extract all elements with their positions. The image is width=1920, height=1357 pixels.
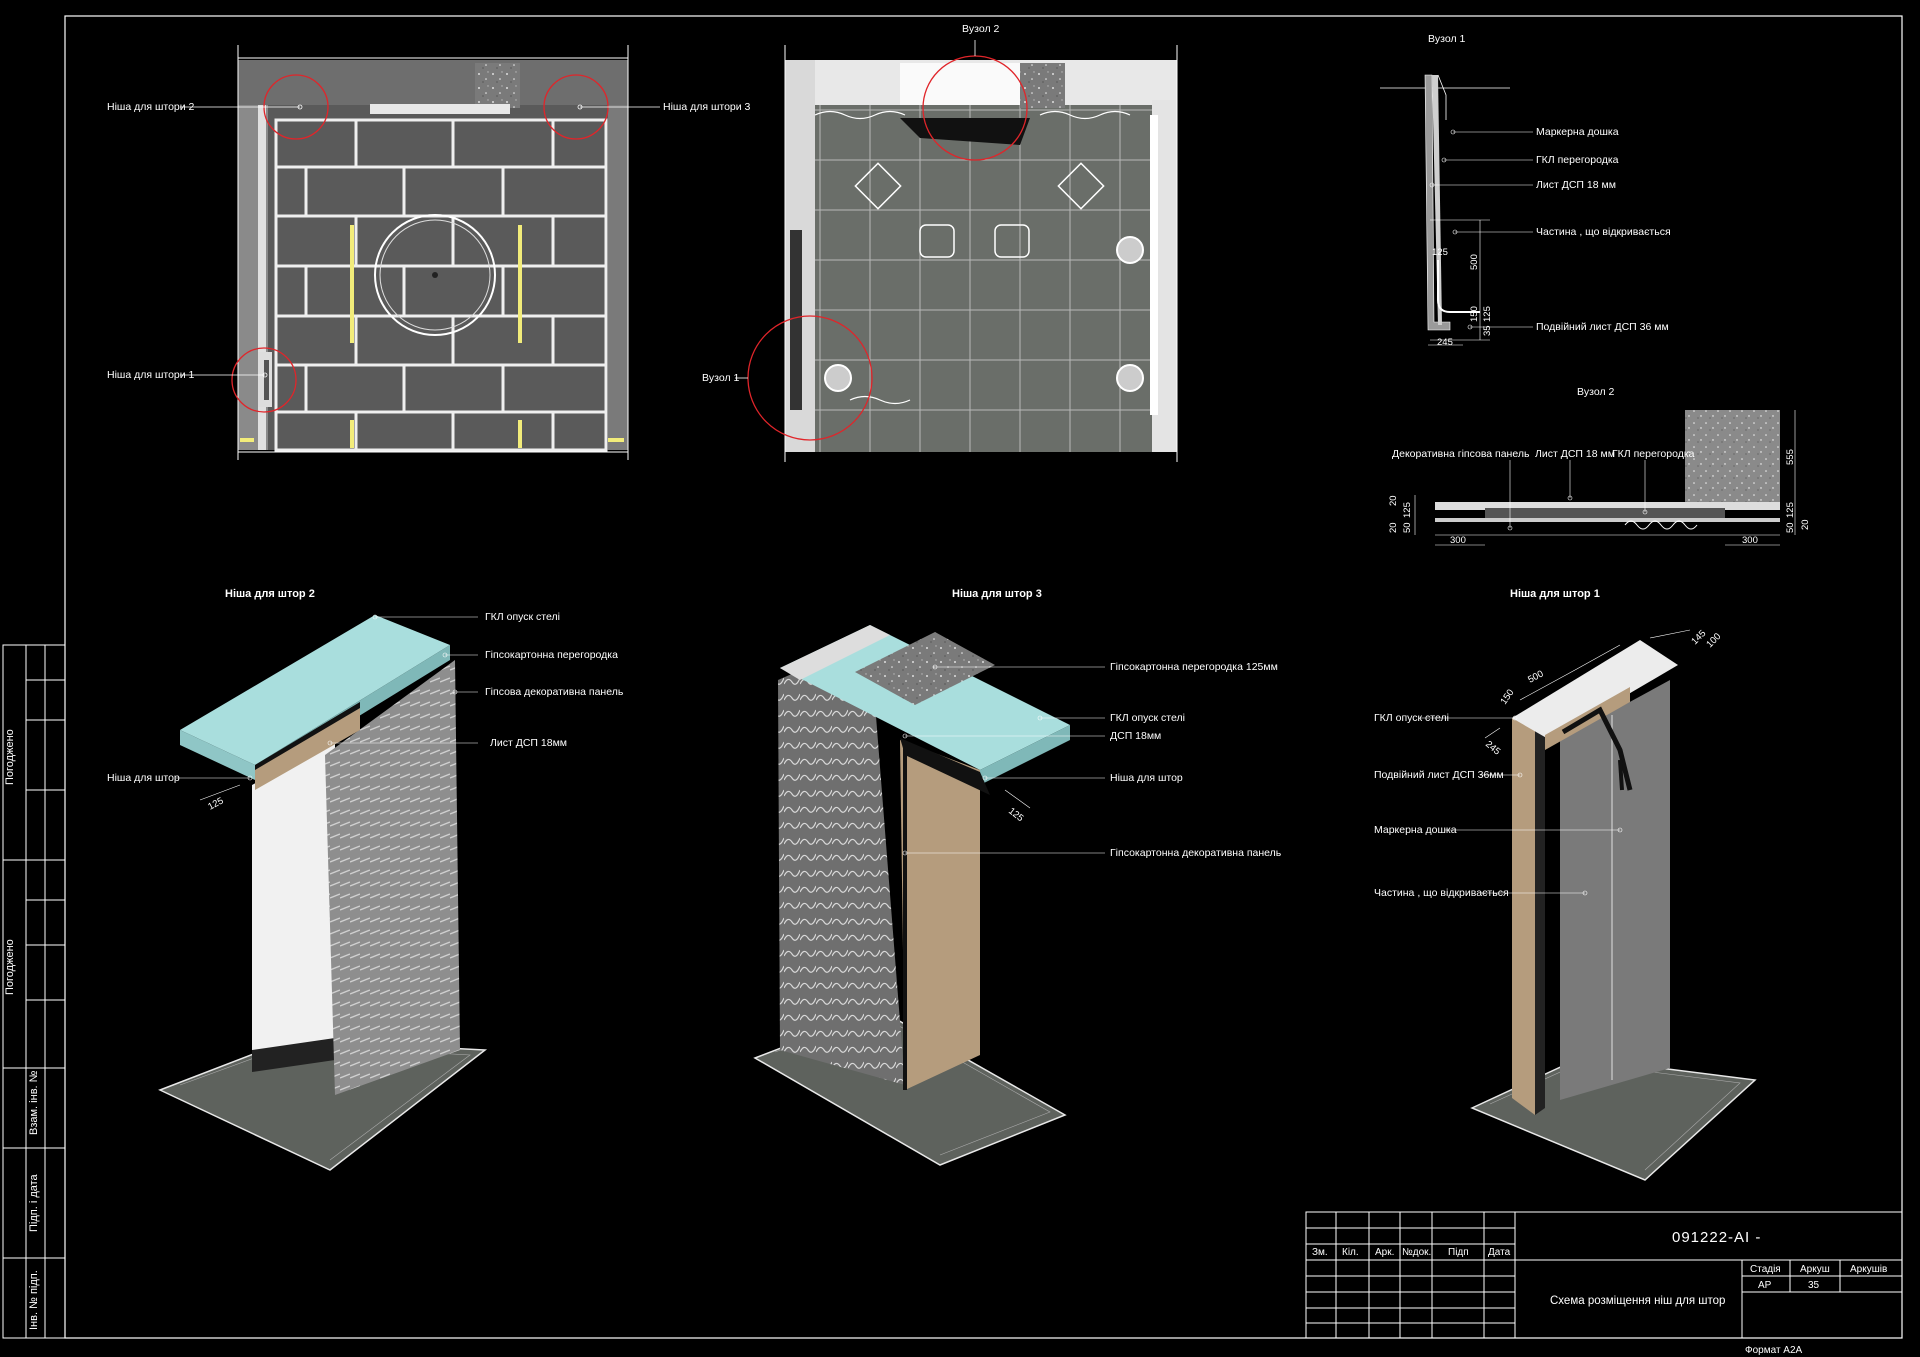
iso3-label-niche: Ніша для штор xyxy=(1110,772,1183,784)
titleblock-col-date: Дата xyxy=(1488,1247,1511,1258)
titleblock-code: 091222-АІ - xyxy=(1672,1229,1761,1246)
iso3-label-gk-partition-125: Гіпсокартонна перегородка 125мм xyxy=(1110,661,1278,673)
node1-title: Вузол 1 xyxy=(1428,33,1465,45)
titleblock-col-change: Зм. xyxy=(1312,1247,1328,1258)
iso3-label-dsp: ДСП 18мм xyxy=(1110,730,1161,742)
side-stamp-agreed-1: Погоджено xyxy=(4,729,16,785)
iso1-title: Ніша для штор 1 xyxy=(1510,588,1600,600)
node1-label-dsp: Лист ДСП 18 мм xyxy=(1536,179,1616,191)
titleblock-drawing-title: Схема розміщення ніш для штор xyxy=(1550,1295,1725,1307)
drawing-sheet: Погоджено Погоджено Взам. інв. № Підп. і… xyxy=(2,15,1903,1356)
titleblock-stage-header: Стадія xyxy=(1750,1264,1781,1275)
plan-node2-label: Вузол 2 xyxy=(962,23,999,35)
iso3-label-decor-panel: Гіпсокартонна декоративна панель xyxy=(1110,847,1282,859)
iso2-label-niche: Ніша для штор xyxy=(107,772,180,784)
titleblock-sheets-header: Аркушів xyxy=(1850,1264,1887,1275)
titleblock-col-qty: Кіл. xyxy=(1342,1247,1359,1258)
node2-dim-300b: 300 xyxy=(1742,535,1758,546)
iso1-dim-100: 100 xyxy=(1704,631,1723,650)
leader-niche1: Ніша для штори 1 xyxy=(107,369,195,381)
node2-dim-300a: 300 xyxy=(1450,535,1466,546)
node1-dim-150: 150 xyxy=(1469,306,1480,322)
titleblock-format: Формат А2А xyxy=(1745,1345,1803,1356)
iso1-dim-500: 500 xyxy=(1526,668,1545,685)
node1-label-gkl: ГКЛ перегородка xyxy=(1536,154,1619,166)
node1-dim-125: 125 xyxy=(1432,247,1448,258)
iso3-dim-125: 125 xyxy=(1006,806,1025,824)
node2-section: Вузол 2 Декоративна гіпсова панель Лист … xyxy=(1388,386,1811,546)
title-block xyxy=(1305,1211,1903,1339)
node2-label-decor-panel: Декоративна гіпсова панель xyxy=(1392,448,1530,460)
iso2-label-gk-partition: Гіпсокартонна перегородка xyxy=(485,649,618,661)
iso3-title: Ніша для штор 3 xyxy=(952,588,1042,600)
iso1-dim-245: 245 xyxy=(1483,739,1502,758)
iso2-label-gkl-ceiling: ГКЛ опуск стелі xyxy=(485,611,560,623)
iso-niche2: Ніша для штор 2 ГКЛ опуск стелі Гіпсокар… xyxy=(107,588,624,1171)
node2-label-gkl: ГКЛ перегородка xyxy=(1612,448,1695,460)
node2-title: Вузол 2 xyxy=(1577,386,1614,398)
iso3-label-gkl-ceiling: ГКЛ опуск стелі xyxy=(1110,712,1185,724)
titleblock-col-sign: Підп xyxy=(1448,1247,1469,1258)
iso2-label-gypsum-panel: Гіпсова декоративна панель xyxy=(485,686,624,698)
node2-dim-50a: 50 xyxy=(1402,522,1413,533)
titleblock-col-doc: №док. xyxy=(1402,1247,1431,1258)
plan-floor xyxy=(784,45,1178,462)
node2-dim-20a: 20 xyxy=(1388,495,1399,506)
node2-dim-125b: 125 xyxy=(1785,502,1796,518)
side-stamp-inv-sign: Інв. № підп. xyxy=(28,1270,40,1330)
node2-dim-555: 555 xyxy=(1785,449,1796,465)
node1-label-marker-board: Маркерна дошка xyxy=(1536,126,1619,138)
titleblock-col-sheet: Арк. xyxy=(1375,1247,1394,1258)
iso1-label-marker-board: Маркерна дошка xyxy=(1374,824,1457,836)
titleblock-sheet-value: 35 xyxy=(1808,1280,1820,1291)
node1-dim-125b: 125 xyxy=(1482,306,1493,322)
node2-dim-20b: 20 xyxy=(1388,522,1399,533)
titleblock-sheet-header: Аркуш xyxy=(1800,1264,1830,1275)
iso-niche1: Ніша для штор 1 ГКЛ опуск стелі Подвійни… xyxy=(1374,588,1757,1181)
node1-label-opening: Частина , що відкривається xyxy=(1536,226,1671,238)
side-stamp-sign-date: Підп. і дата xyxy=(28,1173,40,1232)
node2-dim-50b: 50 xyxy=(1785,522,1796,533)
side-stamp-agreed-2: Погоджено xyxy=(4,939,16,995)
leader-niche3: Ніша для штори 3 xyxy=(663,101,751,113)
iso1-label-opening: Частина , що відкривається xyxy=(1374,887,1509,899)
node1-dim-35: 35 xyxy=(1482,325,1493,336)
iso2-title: Ніша для штор 2 xyxy=(225,588,315,600)
node2-dim-125a: 125 xyxy=(1402,502,1413,518)
node1-section: Вузол 1 Маркерна дошка ГКЛ перегородка Л… xyxy=(1380,33,1671,348)
leader-niche2: Ніша для штори 2 xyxy=(107,101,195,113)
iso1-dim-150: 150 xyxy=(1498,687,1516,706)
node2-label-dsp: Лист ДСП 18 мм xyxy=(1535,448,1615,460)
side-stamp-replace-inv: Взам. інв. № xyxy=(28,1070,40,1135)
iso2-dim-125: 125 xyxy=(206,795,225,812)
iso1-label-double-dsp: Подвійний лист ДСП 36мм xyxy=(1374,769,1504,781)
iso1-label-gkl-ceiling: ГКЛ опуск стелі xyxy=(1374,712,1449,724)
node2-dim-20c: 20 xyxy=(1800,519,1811,530)
plan-node1-label: Вузол 1 xyxy=(702,372,739,384)
titleblock-stage-value: АР xyxy=(1758,1280,1772,1291)
node1-label-double-dsp: Подвійний лист ДСП 36 мм xyxy=(1536,321,1669,333)
iso2-label-dsp: Лист ДСП 18мм xyxy=(490,737,567,749)
iso-niche3: Ніша для штор 3 Гіпсокартонна перегородк… xyxy=(753,588,1282,1166)
node1-dim-245: 245 xyxy=(1437,337,1453,348)
node1-dim-500: 500 xyxy=(1469,254,1480,270)
